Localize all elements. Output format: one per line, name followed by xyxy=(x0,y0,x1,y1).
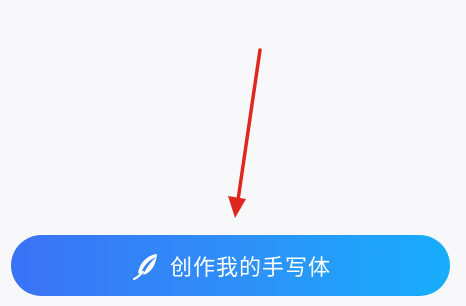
arrow-head xyxy=(228,196,246,218)
create-handwriting-button[interactable]: 创作我的手写体 xyxy=(11,235,450,296)
screen: 创作我的手写体 xyxy=(0,0,466,306)
arrow-shaft xyxy=(236,48,262,202)
feather-icon xyxy=(130,250,162,282)
create-button-label: 创作我的手写体 xyxy=(169,255,331,281)
